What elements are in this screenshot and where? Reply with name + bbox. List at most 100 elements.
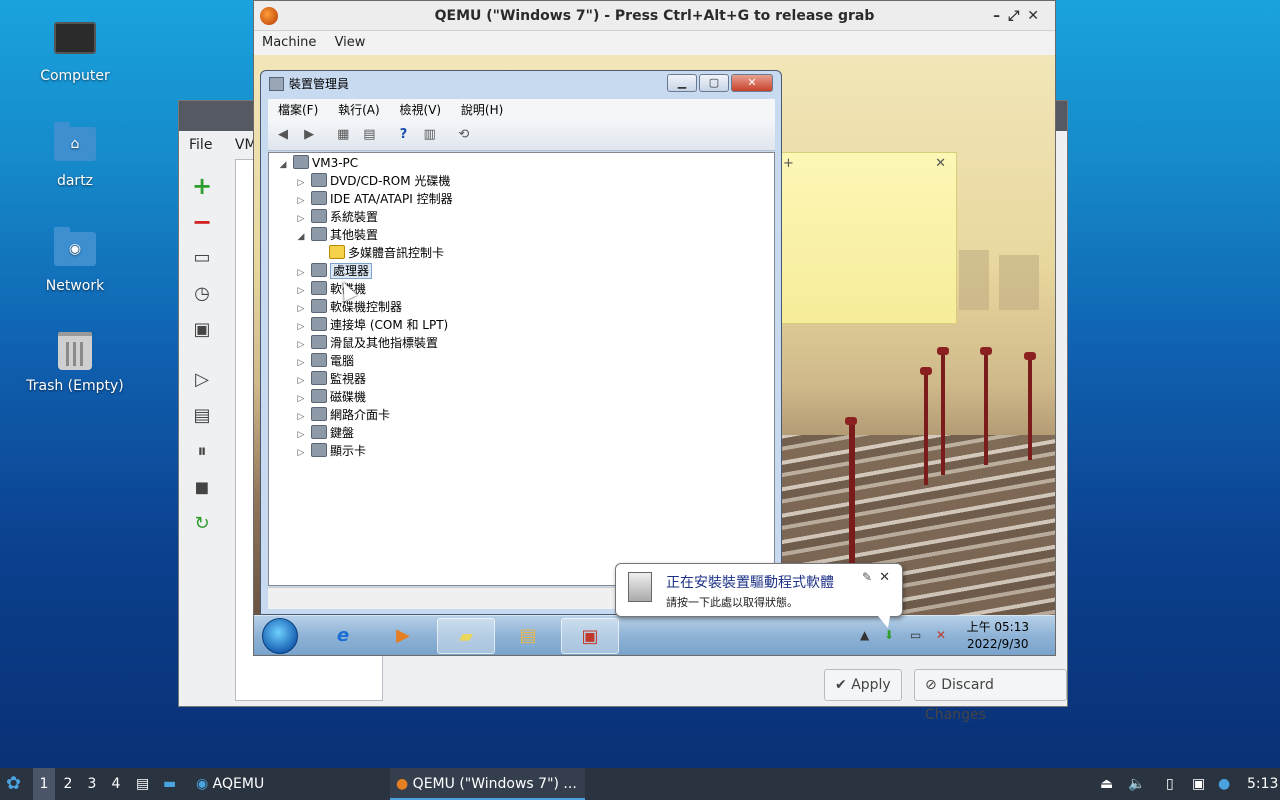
stop-icon[interactable]: ◼ [189, 475, 215, 501]
volume-icon[interactable]: 🔈 [1128, 768, 1145, 800]
menu-icon[interactable]: ✿ [6, 768, 21, 800]
properties-icon[interactable]: ▦ [334, 126, 352, 144]
menu-help[interactable]: 說明(H) [461, 103, 503, 117]
terminal-icon[interactable]: ▣ [189, 317, 215, 343]
device-category-icon [311, 443, 327, 457]
check-icon: ✔ [835, 677, 852, 693]
workspace-1[interactable]: 1 [33, 768, 55, 800]
workspace-3[interactable]: 3 [81, 768, 103, 800]
close-button[interactable]: ✕ [731, 74, 773, 92]
tree-child-item[interactable]: 多媒體音訊控制卡 [313, 244, 444, 262]
device-install-icon[interactable]: ⬇ [884, 628, 894, 642]
tree-category-item[interactable]: ▷ DVD/CD-ROM 光碟機 [295, 172, 450, 190]
disk-icon[interactable]: ▭ [189, 245, 215, 271]
add-vm-icon[interactable]: + [189, 173, 215, 199]
device-manager-taskbar-button[interactable]: ▣ [561, 618, 619, 654]
desktop-icon-label: Trash (Empty) [26, 378, 124, 394]
menu-view[interactable]: View [335, 35, 366, 50]
tree-category-item[interactable]: ▷ 軟碟機控制器 [295, 298, 402, 316]
notification-icon[interactable]: ● [1218, 768, 1230, 800]
eject-icon[interactable]: ⏏ [1100, 768, 1113, 800]
panel-clock[interactable]: 5:13 [1247, 768, 1278, 800]
tree-category-item[interactable]: ▷ 磁碟機 [295, 388, 366, 406]
tree-root[interactable]: ◢ VM3-PC [277, 154, 358, 172]
clipboard-icon[interactable]: ▯ [1166, 768, 1174, 800]
discard-changes-button[interactable]: ⊘ Discard Changes [914, 669, 1067, 723]
menu-file[interactable]: 檔案(F) [278, 103, 318, 117]
tree-category-item[interactable]: ▷ IDE ATA/ATAPI 控制器 [295, 190, 453, 208]
add-note-icon[interactable]: + [783, 156, 794, 171]
task-qemu[interactable]: ● QEMU ("Windows 7") ... [390, 768, 585, 800]
network-tray-icon[interactable]: ▭ [910, 628, 921, 642]
task-aqemu[interactable]: ◉ AQEMU [196, 768, 376, 800]
show-desktop-icon[interactable]: ▬ [163, 768, 176, 800]
driver-install-balloon[interactable]: 正在安裝裝置驅動程式軟體 請按一下此處以取得狀態。 ✎ ✕ [615, 563, 903, 628]
workspace-4[interactable]: 4 [105, 768, 127, 800]
menu-file[interactable]: File [189, 137, 212, 153]
window-title: 裝置管理員 [289, 77, 350, 91]
file-manager-icon[interactable]: ▤ [136, 768, 149, 800]
view-icon[interactable]: ▥ [421, 126, 439, 144]
workspace-2[interactable]: 2 [57, 768, 79, 800]
device-tree[interactable]: ◢ VM3-PC ▷ DVD/CD-ROM 光碟機 ▷ IDE ATA/ATAPI 控制… [268, 152, 775, 586]
maximize-icon[interactable]: ⤢ [1008, 8, 1027, 24]
internet-explorer-icon[interactable]: e [314, 618, 372, 654]
tree-category-item[interactable]: ▷ 系統裝置 [295, 208, 378, 226]
save-icon[interactable]: ▤ [189, 403, 215, 429]
show-hidden-icons[interactable]: ▲ [860, 628, 869, 642]
tree-category-item[interactable]: ▷ 處理器 [295, 262, 373, 280]
minimize-button[interactable]: ▁ [667, 74, 697, 92]
wrench-icon[interactable]: ✎ [862, 570, 872, 584]
apply-button[interactable]: ✔ Apply [824, 669, 902, 701]
tree-item-label: 滑鼠及其他指標裝置 [330, 336, 439, 350]
update-list-icon[interactable]: ▤ [360, 126, 378, 144]
tree-category-item[interactable]: ▷ 電腦 [295, 352, 354, 370]
remove-vm-icon[interactable]: − [189, 209, 215, 235]
computer-icon [54, 22, 96, 54]
sticky-note[interactable]: + ✕ [780, 152, 957, 324]
media-player-icon[interactable]: ▶ [374, 618, 432, 654]
tree-item-label: DVD/CD-ROM 光碟機 [330, 174, 451, 188]
tree-category-item[interactable]: ◢ 其他裝置 [295, 226, 378, 244]
guest-clock[interactable]: 上午 05:13 2022/9/30 [967, 619, 1029, 653]
start-button[interactable] [262, 618, 298, 654]
desktop-icon-dartz[interactable]: ⌂ dartz [20, 122, 130, 189]
clock-icon[interactable]: ◷ [189, 281, 215, 307]
close-icon[interactable]: ✕ [1027, 8, 1047, 24]
close-icon[interactable]: ✕ [879, 570, 890, 585]
help-icon[interactable]: ? [395, 126, 413, 144]
device-category-icon [311, 281, 327, 295]
close-note-icon[interactable]: ✕ [935, 156, 946, 171]
tree-item-label: 其他裝置 [330, 228, 379, 242]
tree-category-item[interactable]: ▷ 網路介面卡 [295, 406, 390, 424]
pause-icon[interactable]: ⏸ [189, 439, 215, 465]
tree-expander-icon[interactable]: ▷ [295, 444, 307, 462]
device-category-icon [311, 389, 327, 403]
tree-category-item[interactable]: ▷ 鍵盤 [295, 424, 354, 442]
back-icon[interactable]: ◀ [274, 126, 292, 144]
tree-item-label: 監視器 [330, 372, 367, 386]
tree-category-item[interactable]: ▷ 滑鼠及其他指標裝置 [295, 334, 438, 352]
menu-view[interactable]: 檢視(V) [400, 103, 442, 117]
volume-muted-icon[interactable]: ✕ [936, 628, 946, 642]
forward-icon[interactable]: ▶ [300, 126, 318, 144]
sticky-notes-taskbar-button[interactable]: ▰ [437, 618, 495, 654]
menu-action[interactable]: 執行(A) [338, 103, 380, 117]
maximize-button[interactable]: ▢ [699, 74, 729, 92]
desktop-icon-trash[interactable]: Trash (Empty) [20, 332, 130, 394]
play-icon[interactable]: ▷ [189, 367, 215, 393]
scan-hardware-icon[interactable]: ⟲ [455, 126, 473, 144]
explorer-icon[interactable]: ▤ [499, 618, 557, 654]
tree-category-item[interactable]: ▷ 監視器 [295, 370, 366, 388]
reset-icon[interactable]: ↻ [189, 511, 215, 537]
tree-expander-icon[interactable]: ◢ [295, 228, 307, 246]
desktop-icon-computer[interactable]: Computer [20, 18, 130, 84]
menu-machine[interactable]: Machine [262, 35, 316, 50]
minimize-icon[interactable]: – [993, 8, 1008, 24]
device-category-icon [311, 191, 327, 205]
tree-category-item[interactable]: ▷ 連接埠 (COM 和 LPT) [295, 316, 448, 334]
tree-category-item[interactable]: ▷ 顯示卡 [295, 442, 366, 460]
network-icon[interactable]: ▣ [1192, 768, 1205, 800]
home-folder-icon: ⌂ [54, 122, 96, 161]
desktop-icon-network[interactable]: ◉ Network [20, 227, 130, 294]
